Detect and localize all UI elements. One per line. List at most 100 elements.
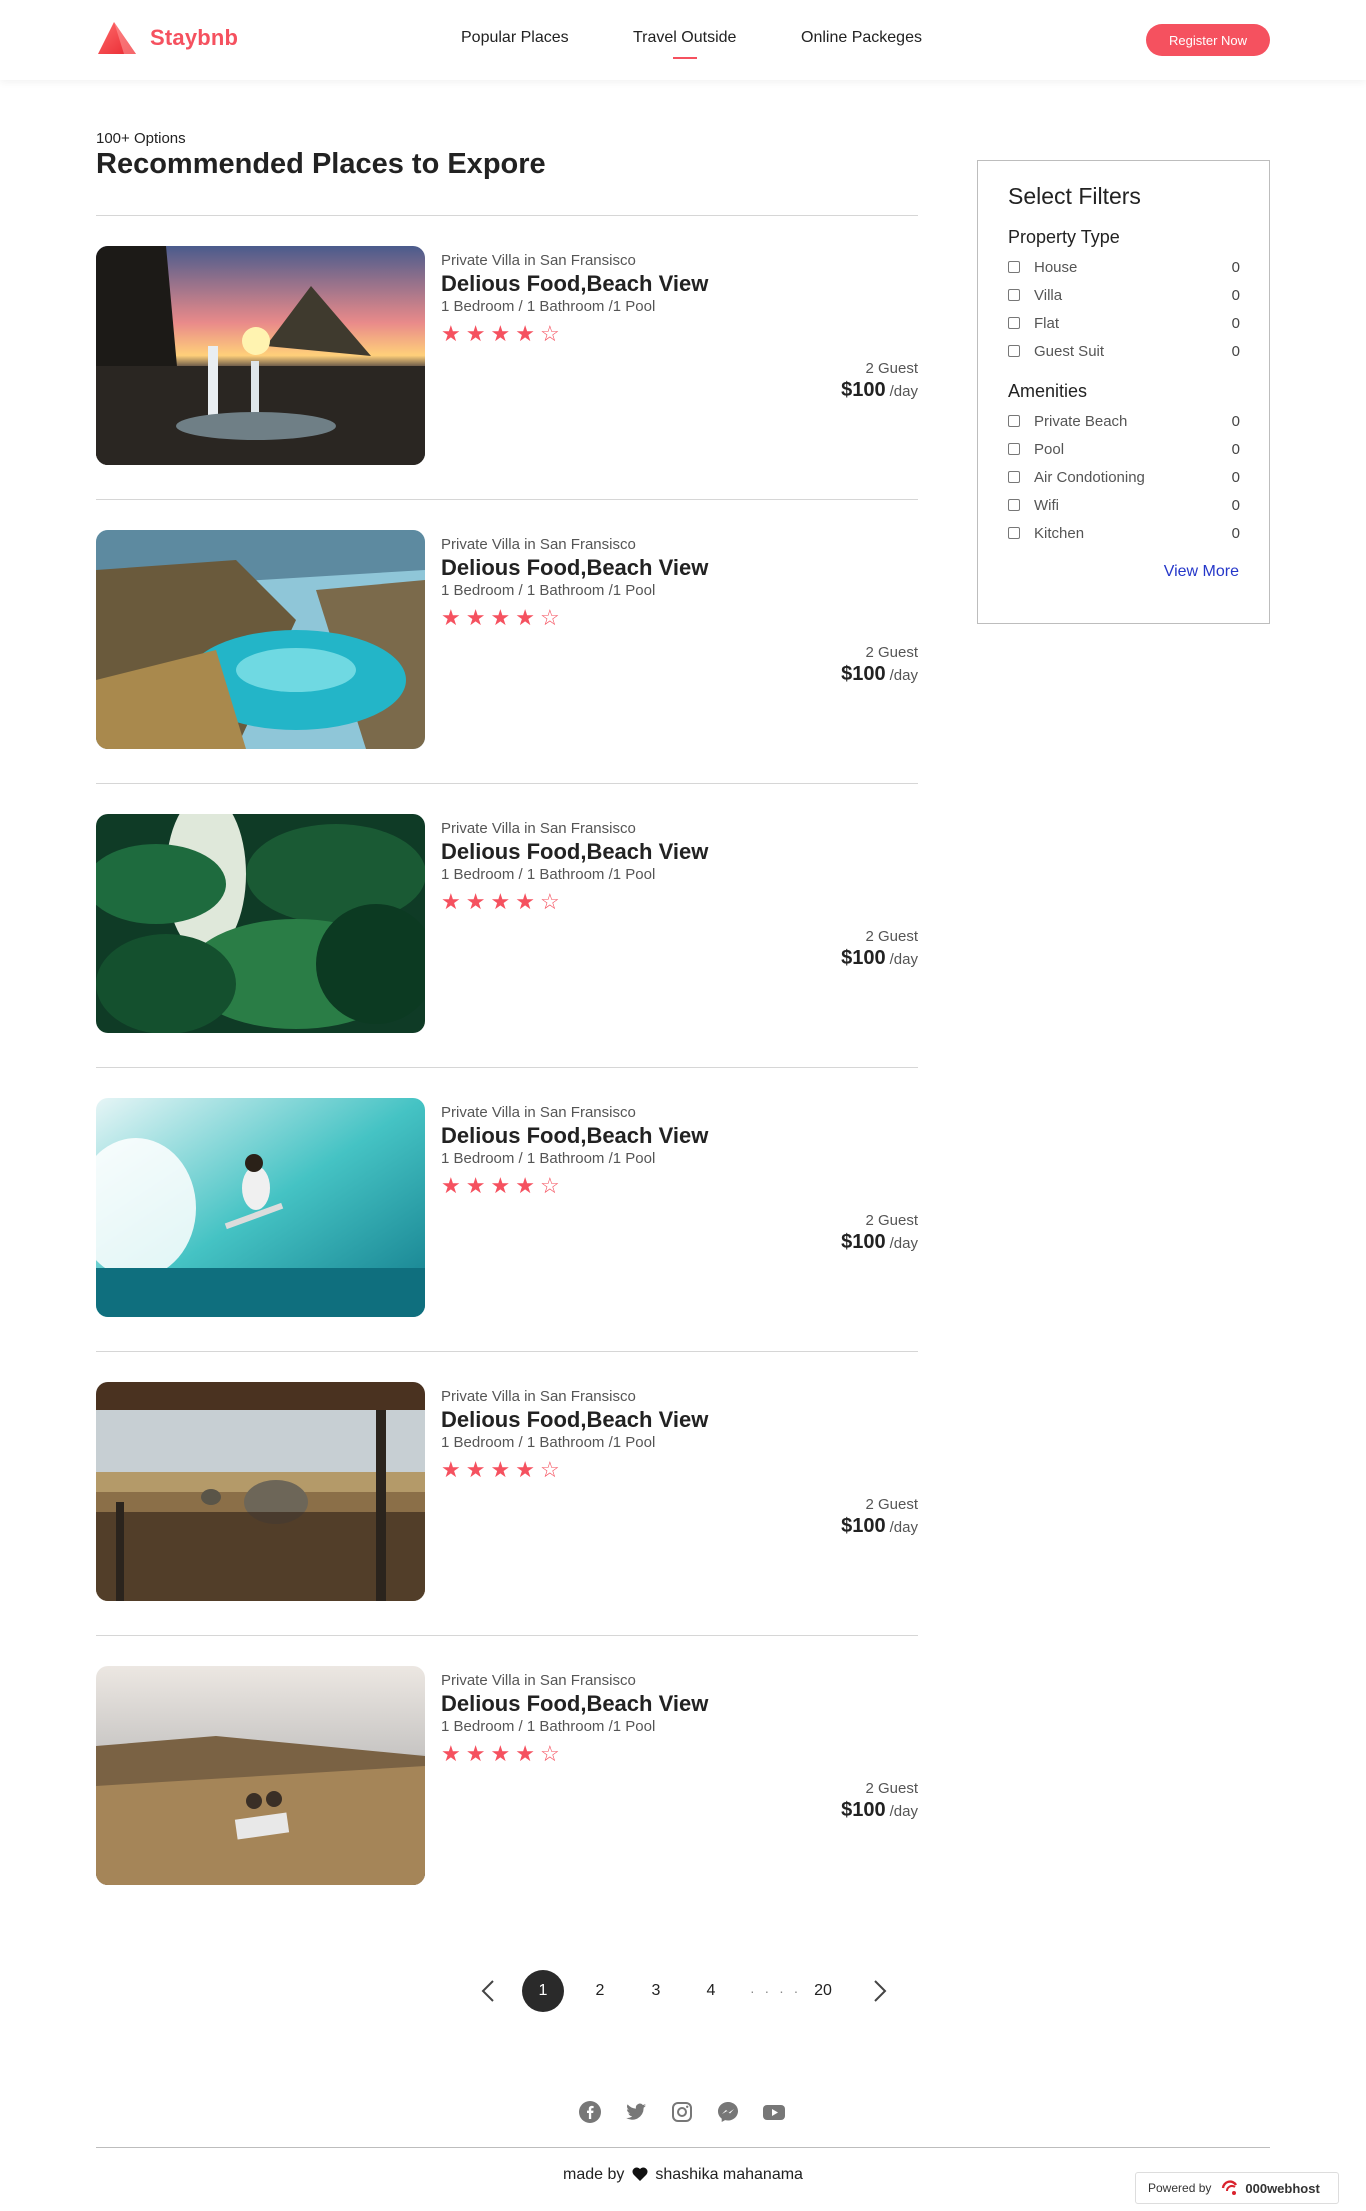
star-empty-icon: ☆ bbox=[539, 1457, 560, 1482]
filter-checkbox[interactable] bbox=[1008, 289, 1020, 301]
star-half-icon: ★ bbox=[515, 1173, 535, 1198]
filter-option[interactable]: Flat 0 bbox=[1008, 313, 1240, 333]
youtube-icon[interactable] bbox=[762, 2100, 786, 2124]
filter-count: 0 bbox=[1231, 468, 1240, 486]
listing-price: $100/day bbox=[841, 1799, 918, 1822]
page-button-current[interactable]: 1 bbox=[522, 1970, 564, 2012]
listing-specs: 1 Bedroom / 1 Bathroom /1 Pool bbox=[441, 1150, 656, 1167]
facebook-icon[interactable] bbox=[578, 2100, 602, 2124]
page-button[interactable]: 2 bbox=[588, 1970, 612, 2012]
messenger-icon[interactable] bbox=[716, 2100, 740, 2124]
listing-photo[interactable] bbox=[96, 1666, 425, 1885]
listing-name[interactable]: Delious Food,Beach View bbox=[441, 1407, 708, 1433]
star-full-icon: ★ bbox=[490, 321, 511, 346]
listing-location: Private Villa in San Fransisco bbox=[441, 1672, 636, 1689]
filter-count: 0 bbox=[1231, 342, 1240, 360]
listing-photo[interactable] bbox=[96, 814, 425, 1033]
instagram-icon[interactable] bbox=[670, 2100, 694, 2124]
filter-option[interactable]: Private Beach 0 bbox=[1008, 411, 1240, 431]
star-full-icon: ★ bbox=[465, 1741, 486, 1766]
price-amount: $100 bbox=[841, 1799, 886, 1821]
price-unit: /day bbox=[889, 1519, 918, 1536]
price-unit: /day bbox=[889, 1803, 918, 1820]
filter-checkbox[interactable] bbox=[1008, 345, 1020, 357]
register-now-button[interactable]: Register Now bbox=[1146, 24, 1270, 56]
listing-divider bbox=[96, 1067, 918, 1068]
filter-option[interactable]: Kitchen 0 bbox=[1008, 523, 1240, 543]
nav-travel-outside[interactable]: Travel Outside bbox=[633, 29, 736, 47]
filter-option[interactable]: Guest Suit 0 bbox=[1008, 341, 1240, 361]
filter-checkbox[interactable] bbox=[1008, 317, 1020, 329]
filter-option[interactable]: House 0 bbox=[1008, 257, 1240, 277]
page-button-last[interactable]: 20 bbox=[810, 1970, 836, 2012]
brand-logo[interactable]: Staybnb bbox=[96, 20, 238, 56]
listing-card[interactable]: Private Villa in San Fransisco Delious F… bbox=[96, 1635, 918, 1919]
listing-card[interactable]: Private Villa in San Fransisco Delious F… bbox=[96, 499, 918, 783]
prev-page-icon[interactable] bbox=[476, 1970, 500, 2012]
filter-checkbox[interactable] bbox=[1008, 499, 1020, 511]
listing-guests: 2 Guest bbox=[865, 928, 918, 945]
twitter-icon[interactable] bbox=[624, 2100, 648, 2124]
listing-location: Private Villa in San Fransisco bbox=[441, 820, 636, 837]
star-half-icon: ★ bbox=[515, 605, 535, 630]
filter-option[interactable]: Villa 0 bbox=[1008, 285, 1240, 305]
listing-name[interactable]: Delious Food,Beach View bbox=[441, 555, 708, 581]
filter-checkbox[interactable] bbox=[1008, 527, 1020, 539]
next-page-icon[interactable] bbox=[868, 1970, 892, 2012]
star-half-icon: ★ bbox=[515, 1741, 535, 1766]
star-empty-icon: ☆ bbox=[539, 605, 560, 630]
listing-specs: 1 Bedroom / 1 Bathroom /1 Pool bbox=[441, 1434, 656, 1451]
listing-photo[interactable] bbox=[96, 246, 425, 465]
filter-count: 0 bbox=[1231, 258, 1240, 276]
filter-checkbox[interactable] bbox=[1008, 471, 1020, 483]
listing-card[interactable]: Private Villa in San Fransisco Delious F… bbox=[96, 1351, 918, 1635]
filter-count: 0 bbox=[1231, 412, 1240, 430]
star-full-icon: ★ bbox=[441, 1457, 461, 1482]
filter-checkbox[interactable] bbox=[1008, 261, 1020, 273]
nav-popular-places[interactable]: Popular Places bbox=[461, 29, 569, 47]
listing-photo[interactable] bbox=[96, 530, 425, 749]
listing-card[interactable]: Private Villa in San Fransisco Delious F… bbox=[96, 783, 918, 1067]
listing-photo[interactable] bbox=[96, 1382, 425, 1601]
pagination: 1 2 3 4 · · · · 20 bbox=[0, 1970, 1366, 2012]
listing-name[interactable]: Delious Food,Beach View bbox=[441, 1691, 708, 1717]
brand-name: Staybnb bbox=[150, 25, 239, 50]
listing-card[interactable]: Private Villa in San Fransisco Delious F… bbox=[96, 215, 918, 499]
listing-rating: ★ ★ ★ ★ ☆ bbox=[441, 1743, 565, 1765]
listing-name[interactable]: Delious Food,Beach View bbox=[441, 271, 708, 297]
social-links bbox=[0, 2100, 1366, 2124]
filter-count: 0 bbox=[1231, 286, 1240, 304]
listing-divider bbox=[96, 1351, 918, 1352]
filter-option[interactable]: Pool 0 bbox=[1008, 439, 1240, 459]
filter-label: Private Beach bbox=[1034, 412, 1128, 430]
price-amount: $100 bbox=[841, 947, 886, 969]
star-full-icon: ★ bbox=[490, 889, 511, 914]
filter-checkbox[interactable] bbox=[1008, 443, 1020, 455]
listing-specs: 1 Bedroom / 1 Bathroom /1 Pool bbox=[441, 582, 656, 599]
listing-divider bbox=[96, 499, 918, 500]
listing-name[interactable]: Delious Food,Beach View bbox=[441, 839, 708, 865]
page-button[interactable]: 4 bbox=[699, 1970, 723, 2012]
top-header: Staybnb Popular Places Travel Outside On… bbox=[0, 0, 1366, 80]
powered-by-badge[interactable]: Powered by 000webhost bbox=[1135, 2172, 1339, 2204]
listing-guests: 2 Guest bbox=[865, 644, 918, 661]
filter-checkbox[interactable] bbox=[1008, 415, 1020, 427]
page-button[interactable]: 3 bbox=[644, 1970, 668, 2012]
filter-count: 0 bbox=[1231, 314, 1240, 332]
listing-card[interactable]: Private Villa in San Fransisco Delious F… bbox=[96, 1067, 918, 1351]
filter-label: Kitchen bbox=[1034, 524, 1085, 542]
listing-name[interactable]: Delious Food,Beach View bbox=[441, 1123, 708, 1149]
star-half-icon: ★ bbox=[515, 1457, 535, 1482]
listing-divider bbox=[96, 215, 918, 216]
star-full-icon: ★ bbox=[441, 889, 461, 914]
star-full-icon: ★ bbox=[465, 321, 486, 346]
listing-guests: 2 Guest bbox=[865, 1780, 918, 1797]
price-unit: /day bbox=[889, 1235, 918, 1252]
filter-label: Flat bbox=[1034, 314, 1060, 332]
view-more-link[interactable]: View More bbox=[1164, 563, 1239, 581]
filter-option[interactable]: Wifi 0 bbox=[1008, 495, 1240, 515]
filter-option[interactable]: Air Condotioning 0 bbox=[1008, 467, 1240, 487]
filter-count: 0 bbox=[1231, 496, 1240, 514]
listing-photo[interactable] bbox=[96, 1098, 425, 1317]
nav-online-packages[interactable]: Online Packeges bbox=[801, 29, 922, 47]
